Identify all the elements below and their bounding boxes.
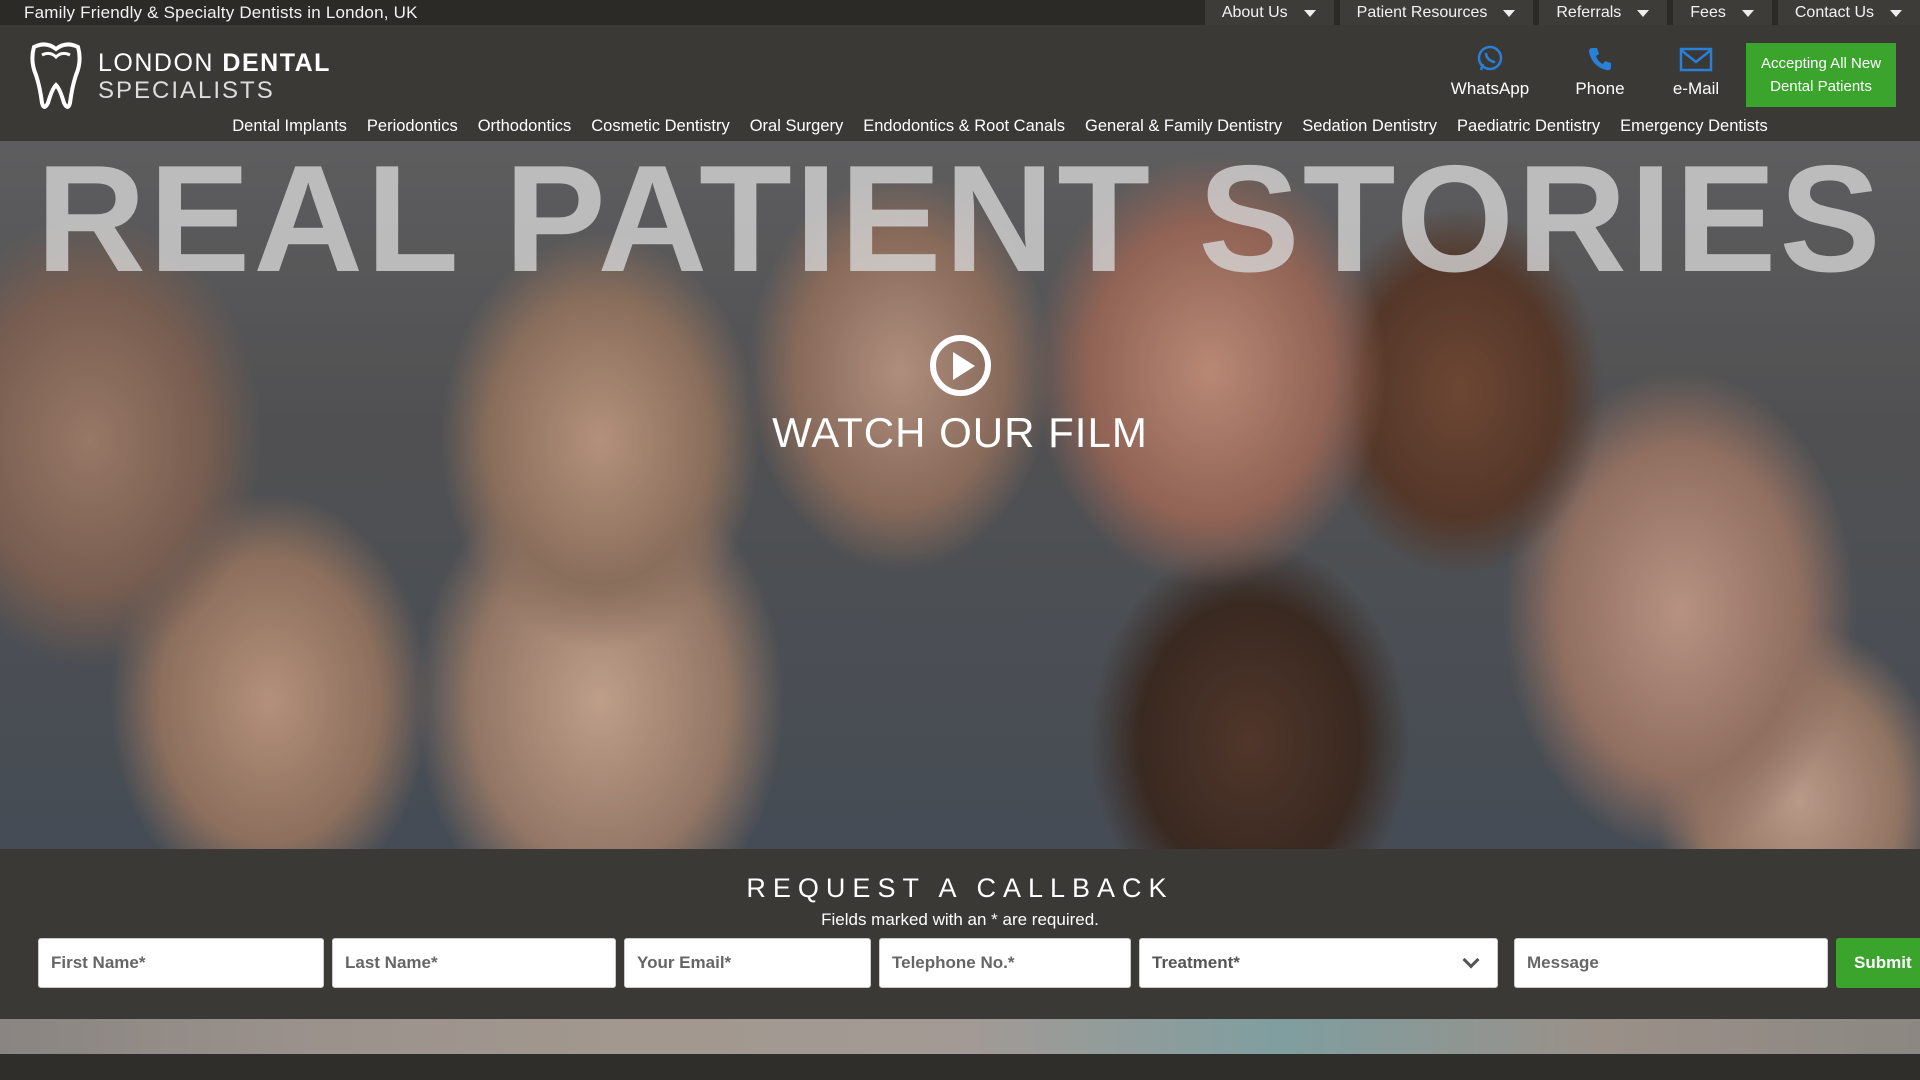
caret-down-icon	[1637, 10, 1650, 17]
submit-button[interactable]: Submit	[1836, 938, 1920, 988]
topnav-label: Fees	[1690, 3, 1726, 21]
logo-line2: SPECIALISTS	[98, 76, 275, 104]
whatsapp-icon	[1477, 45, 1503, 71]
nav-cosmetic-dentistry[interactable]: Cosmetic Dentistry	[581, 117, 739, 136]
topnav-referrals[interactable]: Referrals	[1539, 0, 1668, 25]
top-bar: Family Friendly & Specialty Dentists in …	[0, 0, 1920, 25]
hero-title: REAL PATIENT STORIES	[36, 141, 1884, 304]
nav-periodontics[interactable]: Periodontics	[357, 117, 468, 136]
nav-emergency-dentists[interactable]: Emergency Dentists	[1610, 117, 1778, 136]
topnav-contact-us[interactable]: Contact Us	[1777, 0, 1920, 25]
callback-title: REQUEST A CALLBACK	[746, 873, 1174, 903]
nav-paediatric-dentistry[interactable]: Paediatric Dentistry	[1447, 117, 1610, 136]
topnav-label: Contact Us	[1794, 3, 1874, 21]
topnav-about-us[interactable]: About Us	[1204, 0, 1334, 25]
accepting-new-patients-button[interactable]: Accepting All New Dental Patients	[1746, 43, 1896, 107]
tagline: Family Friendly & Specialty Dentists in …	[24, 3, 418, 22]
topnav-patient-resources[interactable]: Patient Resources	[1339, 0, 1534, 25]
play-icon[interactable]	[930, 335, 991, 396]
phone-icon	[1589, 48, 1611, 71]
first-name-field[interactable]	[38, 938, 324, 988]
nav-endodontics[interactable]: Endodontics & Root Canals	[853, 117, 1075, 136]
bottom-bar	[0, 1054, 1920, 1080]
last-name-field[interactable]	[332, 938, 616, 988]
nav-general-family-dentistry[interactable]: General & Family Dentistry	[1075, 117, 1292, 136]
logo-text: LONDON DENTAL SPECIALISTS	[98, 49, 331, 104]
site-header: LONDON DENTAL SPECIALISTS WhatsApp Phone…	[0, 25, 1920, 141]
logo-line1: LONDON DENTAL	[98, 49, 331, 78]
topnav-label: Patient Resources	[1356, 3, 1488, 21]
top-nav: About Us Patient Resources Referrals Fee…	[1204, 0, 1920, 25]
tooth-logo-icon	[30, 42, 82, 109]
nav-oral-surgery[interactable]: Oral Surgery	[740, 117, 854, 136]
contact-links: WhatsApp Phone e-Mail	[1430, 45, 1742, 99]
accept-line1: Accepting All New	[1760, 54, 1882, 72]
phone-link[interactable]: Phone	[1550, 45, 1650, 99]
nav-dental-implants[interactable]: Dental Implants	[222, 117, 357, 136]
bottom-image-strip	[0, 1019, 1920, 1054]
caret-down-icon	[1741, 10, 1754, 17]
play-triangle	[952, 351, 975, 380]
email-icon	[1679, 47, 1713, 72]
nav-orthodontics[interactable]: Orthodontics	[468, 117, 582, 136]
site-logo[interactable]: LONDON DENTAL SPECIALISTS	[28, 41, 331, 113]
topnav-label: About Us	[1221, 3, 1288, 21]
main-nav: Dental Implants Periodontics Orthodontic…	[0, 117, 1920, 136]
email-field[interactable]	[624, 938, 871, 988]
nav-sedation-dentistry[interactable]: Sedation Dentistry	[1292, 117, 1447, 136]
phone-label: Phone	[1575, 79, 1625, 98]
topnav-label: Referrals	[1556, 3, 1622, 21]
callback-form: REQUEST A CALLBACK Fields marked with an…	[0, 849, 1920, 1019]
required-note: Fields marked with an * are required.	[821, 910, 1099, 929]
topnav-fees[interactable]: Fees	[1673, 0, 1772, 25]
caret-down-icon	[1303, 10, 1316, 17]
email-label: e-Mail	[1672, 79, 1720, 98]
whatsapp-link[interactable]: WhatsApp	[1430, 45, 1550, 99]
watch-film-link[interactable]: WATCH OUR FILM	[0, 409, 1920, 457]
caret-down-icon	[1503, 10, 1516, 17]
accept-line2: Dental Patients	[1770, 78, 1872, 95]
treatment-select[interactable]: Treatment*	[1139, 938, 1498, 988]
treatment-select-value: Treatment*	[1152, 953, 1240, 972]
caret-down-icon	[1890, 10, 1902, 17]
chevron-down-icon	[1462, 951, 1480, 969]
telephone-field[interactable]	[879, 938, 1131, 988]
whatsapp-label: WhatsApp	[1450, 79, 1530, 98]
email-link[interactable]: e-Mail	[1650, 45, 1742, 99]
hero-video-banner[interactable]: REAL PATIENT STORIES WATCH OUR FILM	[0, 141, 1920, 849]
message-field[interactable]	[1514, 938, 1828, 988]
